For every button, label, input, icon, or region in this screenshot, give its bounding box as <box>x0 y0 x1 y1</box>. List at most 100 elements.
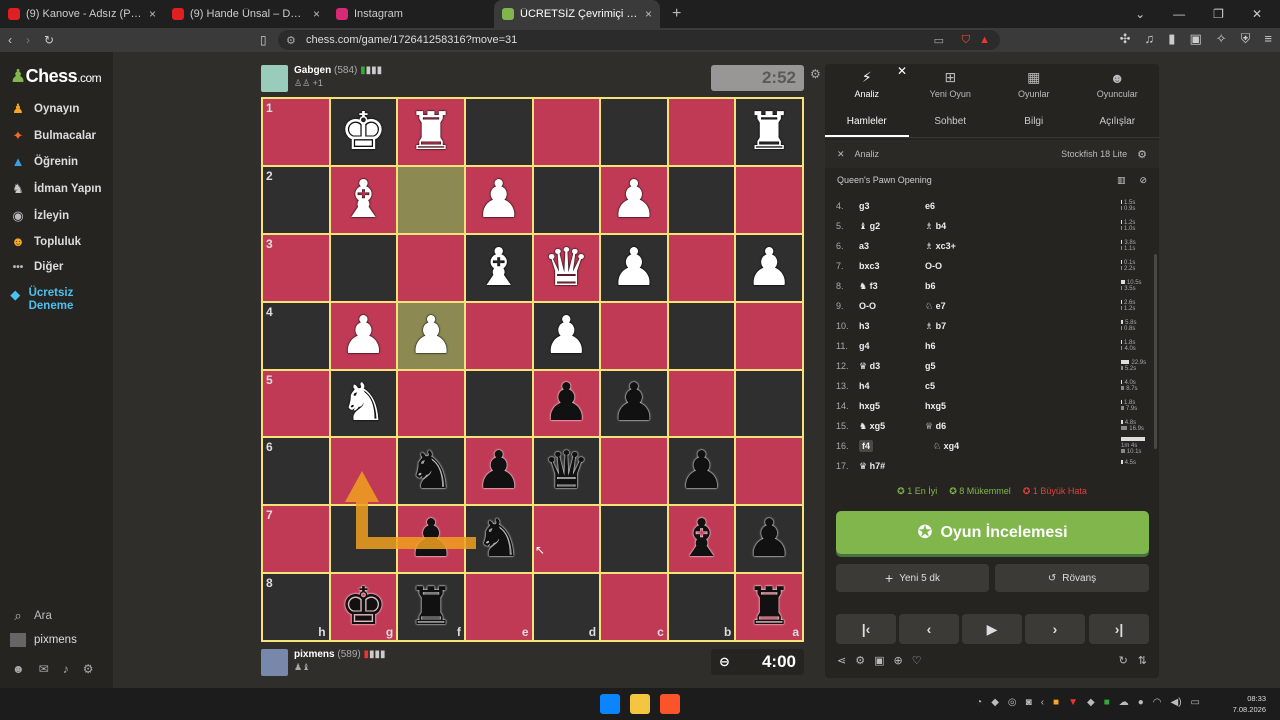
tab-openings[interactable]: Açılışlar <box>1076 106 1160 137</box>
board-square[interactable]: ♝ <box>668 506 735 573</box>
black-pawn-piece[interactable]: ♟ <box>408 513 455 565</box>
puzzle-icon[interactable]: ✣ <box>1120 31 1131 47</box>
tray-icon[interactable]: ◔ <box>976 697 982 708</box>
board-square[interactable] <box>533 99 600 165</box>
white-pawn-piece[interactable]: ♟ <box>611 242 658 294</box>
black-move[interactable]: ♗ b4 <box>925 221 1055 232</box>
white-pawn-piece[interactable]: ♟ <box>746 242 793 294</box>
board-square[interactable] <box>533 166 600 233</box>
tray-icon[interactable]: ■ <box>1053 697 1059 708</box>
board-square[interactable]: ♟ <box>398 302 464 369</box>
forward-icon[interactable]: › <box>26 33 30 47</box>
analyze-icon[interactable]: ⚙ <box>855 654 865 667</box>
black-move[interactable]: ♘ xg4 <box>933 441 1063 452</box>
bell-icon[interactable]: ♪ <box>63 662 69 676</box>
sidebar-item-play[interactable]: ♟ Oynayın <box>10 101 79 117</box>
black-move[interactable]: g5 <box>925 361 1055 371</box>
board-square[interactable]: ♛ <box>533 438 600 505</box>
share-icon[interactable]: ⋖ <box>837 654 846 667</box>
white-knight-piece[interactable]: ♞ <box>340 377 387 429</box>
white-king-piece[interactable]: ♚ <box>340 106 387 158</box>
board-square[interactable]: ♟ <box>736 234 802 301</box>
tray-icon[interactable]: ◆ <box>1087 697 1095 708</box>
board-square[interactable]: ♟ <box>601 370 667 437</box>
white-move[interactable]: g3 <box>859 201 925 211</box>
board-square[interactable]: ♟ <box>533 370 600 437</box>
white-move[interactable]: g4 <box>859 341 925 351</box>
board-square[interactable] <box>601 302 667 369</box>
white-move[interactable]: ♞ xg5 <box>859 421 925 432</box>
discord-icon[interactable]: ◙ <box>1026 697 1032 708</box>
tab-info[interactable]: Bilgi <box>992 106 1076 137</box>
black-move[interactable]: b6 <box>925 281 1055 291</box>
wifi-icon[interactable]: ◠ <box>1153 697 1162 708</box>
board-square[interactable]: a ♜ <box>736 574 802 640</box>
white-move[interactable]: ♞ f3 <box>859 281 925 292</box>
sidebar-search[interactable]: ⌕ Ara <box>10 608 52 624</box>
black-move[interactable]: e6 <box>925 201 1055 211</box>
board-square[interactable] <box>601 438 667 505</box>
tab-games[interactable]: ▦ Oyunlar <box>992 64 1076 104</box>
board-square[interactable] <box>330 506 397 573</box>
board-square[interactable] <box>668 302 735 369</box>
board-square[interactable]: ♟ <box>533 302 600 369</box>
close-icon[interactable]: × <box>645 7 652 21</box>
tray-icon[interactable]: ◎ <box>1008 697 1017 708</box>
reload-icon[interactable]: ↻ <box>44 33 54 47</box>
sidebar-item-learn[interactable]: ▲ Öğrenin <box>10 154 79 169</box>
black-move[interactable]: h6 <box>925 341 1055 351</box>
bookmark-icon[interactable]: ▯ <box>260 33 267 47</box>
url-field[interactable]: ⚙ chess.com/game/172641258316?move=31 ▭ … <box>278 30 1000 50</box>
browser-tab[interactable]: Instagram <box>328 0 492 28</box>
game-review-button[interactable]: ✪ Oyun İncelemesi <box>836 511 1149 554</box>
white-move[interactable]: ♝ g2 <box>859 221 925 232</box>
tab-players[interactable]: ☻ Oyuncular <box>1076 64 1160 104</box>
next-move-button[interactable]: › <box>1025 614 1085 644</box>
board-square[interactable]: 3 <box>263 234 329 301</box>
board-square[interactable]: 2 <box>263 166 329 233</box>
close-analysis-icon[interactable]: ✕ <box>837 149 845 160</box>
cancel-icon[interactable]: ⊘ <box>1139 175 1147 186</box>
refresh-icon[interactable]: ↻ <box>1119 654 1128 667</box>
board-square[interactable]: ♟ <box>465 438 532 505</box>
black-pawn-piece[interactable]: ♟ <box>611 377 658 429</box>
file-explorer-icon[interactable] <box>630 694 650 714</box>
tab-new-game[interactable]: ⊞ Yeni Oyun <box>909 64 993 104</box>
board-image-icon[interactable]: ▣ <box>874 654 884 667</box>
white-move[interactable]: ♛ d3 <box>859 361 925 372</box>
browser-tab-active[interactable]: ÜCRETSİZ Çevrimiçi Satranç Oyn × <box>494 0 660 28</box>
gear-icon[interactable]: ⚙ <box>83 662 94 676</box>
black-queen-piece[interactable]: ♛ <box>543 445 590 497</box>
chess-board[interactable]: 1 ♚ ♜ ♜ 2 ♝ ♟ ♟ 3 ♝ ♛ ♟ ♟ 4 ♟ ♟ ♟ 5 ♞ ♟ ♟ 6 ♞ ♟ ♛ ♟ 7 ♟ ♞ ♝ ♟ 8 h g ♚ f ♜ e d c… <box>261 97 804 642</box>
board-square[interactable]: 8h <box>263 574 329 640</box>
sidebar-item-puzzles[interactable]: ✦ Bulmacalar <box>10 128 96 144</box>
white-bishop-piece[interactable]: ♝ <box>340 174 387 226</box>
black-pawn-piece[interactable]: ♟ <box>475 445 522 497</box>
close-icon[interactable]: × <box>313 7 320 21</box>
trash-icon[interactable]: ▥ <box>1117 175 1126 186</box>
board-square[interactable] <box>465 370 532 437</box>
music-icon[interactable]: ♫ <box>1145 31 1155 47</box>
white-bishop-piece[interactable]: ♝ <box>475 242 522 294</box>
board-square[interactable]: ♛ <box>533 234 600 301</box>
tab-chat[interactable]: Sohbet <box>909 106 993 137</box>
board-square[interactable]: 7 <box>263 506 329 573</box>
board-square[interactable]: ♟ <box>398 506 464 573</box>
board-square[interactable] <box>465 99 532 165</box>
board-square[interactable]: ♜ <box>736 99 802 165</box>
white-pawn-piece[interactable]: ♟ <box>543 310 590 362</box>
black-pawn-piece[interactable]: ♟ <box>678 445 725 497</box>
board-square[interactable] <box>330 438 397 505</box>
board-square[interactable]: ♞ <box>398 438 464 505</box>
black-pawn-piece[interactable]: ♟ <box>543 377 590 429</box>
board-square[interactable]: ♞ <box>465 506 532 573</box>
board-square[interactable] <box>398 370 464 437</box>
site-info-icon[interactable]: ⚙ <box>286 34 296 47</box>
opening-name[interactable]: Queen's Pawn Opening <box>837 175 932 185</box>
white-rook-piece[interactable]: ♜ <box>408 106 455 158</box>
brave-shield-icon[interactable]: ⛉ <box>962 34 970 47</box>
engine-settings-icon[interactable]: ⚙ <box>1137 148 1147 161</box>
white-move[interactable]: hxg5 <box>859 401 925 411</box>
close-panel-icon[interactable]: ✕ <box>897 64 907 78</box>
board-square[interactable] <box>533 506 600 573</box>
